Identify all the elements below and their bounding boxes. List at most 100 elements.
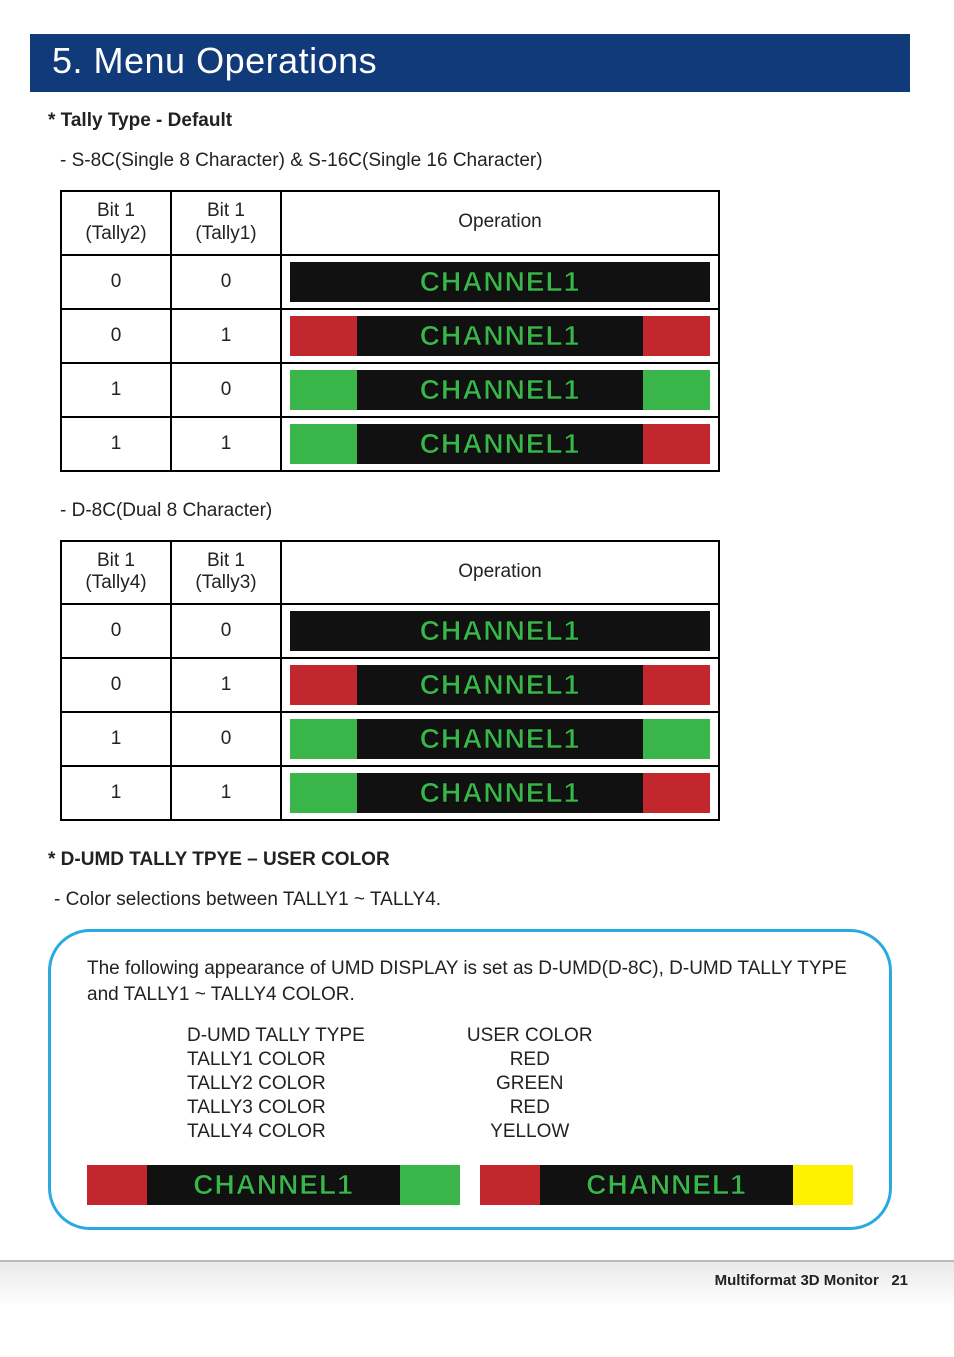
tally-bar: CHANNEL1 (290, 262, 710, 302)
tally-bar: CHANNEL1 (290, 611, 710, 651)
operation-cell: CHANNEL1 (281, 363, 719, 417)
bit-cell: 1 (171, 766, 281, 820)
tally-bar: CHANNEL1 (87, 1165, 460, 1205)
s8c-note: - S-8C(Single 8 Character) & S-16C(Singl… (60, 150, 892, 172)
tally-right (643, 370, 710, 410)
operation-cell: CHANNEL1 (281, 255, 719, 309)
bit-cell: 1 (61, 417, 171, 471)
tally-right (643, 424, 710, 464)
setting-label: TALLY3 COLOR (187, 1097, 365, 1119)
tally-label-wrap: CHANNEL1 (357, 262, 643, 302)
tally-left (290, 262, 357, 302)
tally-right (643, 316, 710, 356)
setting-label: D-UMD TALLY TYPE (187, 1025, 365, 1047)
tally-bar: CHANNEL1 (290, 424, 710, 464)
col-header: Operation (281, 191, 719, 255)
channel-label: CHANNEL1 (420, 615, 580, 647)
tally-right (643, 262, 710, 302)
callout-intro: The following appearance of UMD DISPLAY … (87, 956, 853, 1007)
tally-label-wrap: CHANNEL1 (147, 1165, 401, 1205)
tally-bar: CHANNEL1 (290, 665, 710, 705)
bit-cell: 0 (171, 604, 281, 658)
channel-label: CHANNEL1 (586, 1169, 746, 1201)
col-header: Operation (281, 541, 719, 605)
tally-left (290, 773, 357, 813)
tally-right (643, 773, 710, 813)
tally-label-wrap: CHANNEL1 (357, 316, 643, 356)
table-row: 11 CHANNEL1 (61, 417, 719, 471)
bit-cell: 0 (171, 712, 281, 766)
col-header: Bit 1 (Tally1) (171, 191, 281, 255)
tally-rows-1: 00CHANNEL101CHANNEL110CHANNEL111CHANNEL1 (61, 255, 719, 471)
tally-left (290, 665, 357, 705)
tally-right (793, 1165, 853, 1205)
operation-cell: CHANNEL1 (281, 309, 719, 363)
tally-rows-2: 00CHANNEL101CHANNEL110CHANNEL111CHANNEL1 (61, 604, 719, 820)
channel-label: CHANNEL1 (420, 266, 580, 298)
setting-value: YELLOW (445, 1121, 615, 1143)
tally-bar: CHANNEL1 (290, 370, 710, 410)
setting-label: TALLY2 COLOR (187, 1073, 365, 1095)
footer-bar: Multiformat 3D Monitor 21 (0, 1260, 954, 1303)
table-row: 00 CHANNEL1 (61, 604, 719, 658)
tally-left (87, 1165, 147, 1205)
user-color-note: - Color selections between TALLY1 ~ TALL… (54, 889, 892, 911)
tally-label-wrap: CHANNEL1 (357, 665, 643, 705)
tally-left (290, 611, 357, 651)
channel-label: CHANNEL1 (420, 669, 580, 701)
tally-label-wrap: CHANNEL1 (357, 719, 643, 759)
section-header: 5. Menu Operations (30, 34, 910, 92)
bit-cell: 0 (61, 604, 171, 658)
channel-label: CHANNEL1 (420, 374, 580, 406)
channel-label: CHANNEL1 (193, 1169, 353, 1201)
tally-table-s8c: Bit 1 (Tally2) Bit 1 (Tally1) Operation … (60, 190, 720, 472)
col-header: Bit 1 (Tally4) (61, 541, 171, 605)
bit-cell: 0 (61, 309, 171, 363)
tally-right (643, 611, 710, 651)
operation-cell: CHANNEL1 (281, 658, 719, 712)
setting-value: RED (445, 1049, 615, 1071)
tally-label-wrap: CHANNEL1 (540, 1165, 794, 1205)
table-row: 10 CHANNEL1 (61, 363, 719, 417)
tally-bar: CHANNEL1 (290, 719, 710, 759)
tally-label-wrap: CHANNEL1 (357, 773, 643, 813)
channel-label: CHANNEL1 (420, 777, 580, 809)
table-row: 01 CHANNEL1 (61, 309, 719, 363)
setting-label: TALLY1 COLOR (187, 1049, 365, 1071)
bit-cell: 0 (61, 658, 171, 712)
tally-label-wrap: CHANNEL1 (357, 611, 643, 651)
operation-cell: CHANNEL1 (281, 766, 719, 820)
channel-label: CHANNEL1 (420, 723, 580, 755)
tally-right (643, 665, 710, 705)
tally-table-d8c: Bit 1 (Tally4) Bit 1 (Tally3) Operation … (60, 540, 720, 822)
bit-cell: 1 (61, 766, 171, 820)
tally-label-wrap: CHANNEL1 (357, 424, 643, 464)
tally-label-wrap: CHANNEL1 (357, 370, 643, 410)
callout-box: The following appearance of UMD DISPLAY … (48, 929, 892, 1230)
tally-bar: CHANNEL1 (290, 316, 710, 356)
bit-cell: 1 (171, 309, 281, 363)
d8c-note: - D-8C(Dual 8 Character) (60, 500, 892, 522)
setting-value: RED (445, 1097, 615, 1119)
tally-type-heading: * Tally Type - Default (48, 110, 892, 132)
tally-left (480, 1165, 540, 1205)
col-header: Bit 1 (Tally2) (61, 191, 171, 255)
tally-bar: CHANNEL1 (480, 1165, 853, 1205)
table-row: 11 CHANNEL1 (61, 766, 719, 820)
settings-list: D-UMD TALLY TYPETALLY1 COLORTALLY2 COLOR… (187, 1025, 853, 1143)
tally-left (290, 719, 357, 759)
tally-left (290, 316, 357, 356)
bit-cell: 1 (171, 658, 281, 712)
bit-cell: 0 (171, 363, 281, 417)
bit-cell: 1 (61, 363, 171, 417)
bit-cell: 0 (61, 255, 171, 309)
table-row: 10 CHANNEL1 (61, 712, 719, 766)
table-row: 00CHANNEL1 (61, 255, 719, 309)
tally-right (400, 1165, 460, 1205)
operation-cell: CHANNEL1 (281, 417, 719, 471)
setting-value: GREEN (445, 1073, 615, 1095)
channel-label: CHANNEL1 (420, 428, 580, 460)
bit-cell: 1 (61, 712, 171, 766)
bit-cell: 1 (171, 417, 281, 471)
footer-title: Multiformat 3D Monitor (715, 1272, 879, 1289)
